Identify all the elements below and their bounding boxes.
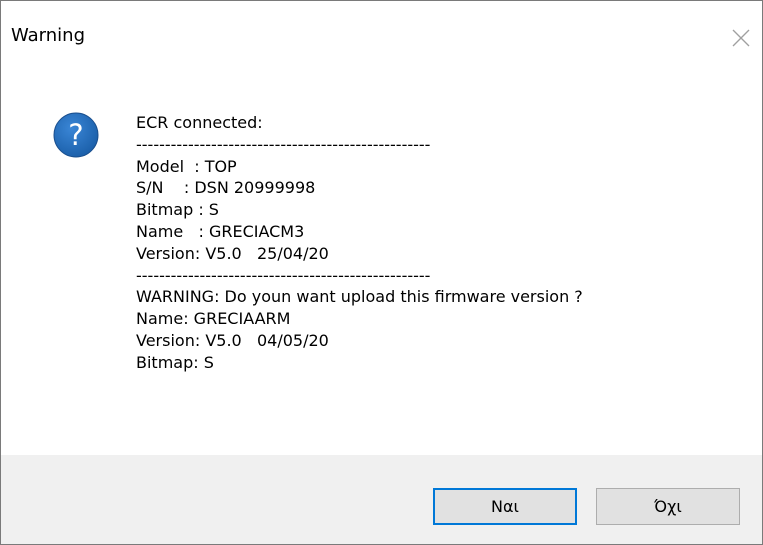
dialog-message: ECR connected: -------------------------…: [136, 112, 746, 374]
svg-text:?: ?: [68, 118, 83, 152]
yes-button[interactable]: Ναι: [433, 488, 577, 525]
question-icon: ?: [53, 112, 99, 158]
close-button[interactable]: [726, 23, 756, 53]
message-line-new-name: Name: GRECIAARM: [136, 309, 291, 329]
message-line-name: Name : GRECIACM3: [136, 221, 305, 241]
message-separator: ----------------------------------------…: [136, 134, 431, 154]
dialog-title: Warning: [11, 25, 86, 46]
no-button[interactable]: Όχι: [596, 488, 740, 525]
message-line-warning: WARNING: Do youn want upload this firmwa…: [136, 287, 583, 307]
message-line-ecr-connected: ECR connected:: [136, 113, 263, 132]
message-line-bitmap: Bitmap : S: [136, 200, 219, 220]
message-line-serial: S/N : DSN 20999998: [136, 178, 316, 198]
message-line-new-version: Version: V5.0 04/05/20: [136, 330, 329, 350]
close-icon: [732, 29, 750, 47]
no-button-label: Όχι: [654, 497, 682, 516]
dialog-body: ? ECR connected: -----------------------…: [1, 77, 762, 455]
message-line-model: Model : TOP: [136, 156, 237, 176]
message-separator: ----------------------------------------…: [136, 265, 431, 285]
message-line-version: Version: V5.0 25/04/20: [136, 243, 329, 263]
warning-dialog: Warning ? ECR connected: ---------------…: [0, 0, 763, 545]
title-bar[interactable]: Warning: [1, 1, 762, 77]
message-line-new-bitmap: Bitmap: S: [136, 352, 214, 372]
yes-button-label: Ναι: [491, 497, 519, 516]
button-bar: Ναι Όχι: [1, 455, 762, 544]
